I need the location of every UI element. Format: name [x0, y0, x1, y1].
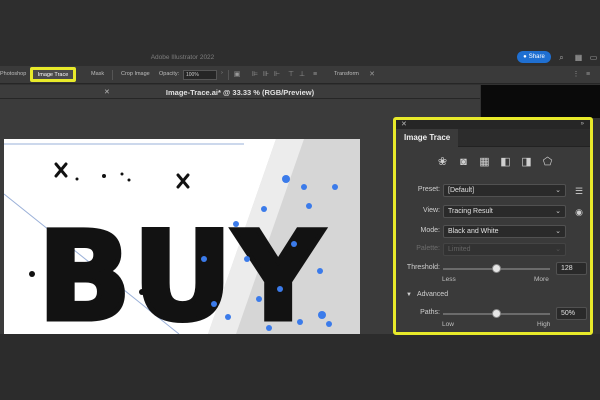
title-bar: Adobe Illustrator 2022 ● Share ⌕ ▦ ▭: [0, 0, 600, 66]
threshold-field[interactable]: 128: [556, 262, 587, 275]
collapse-icon[interactable]: »: [581, 120, 584, 129]
arrange-documents-icon[interactable]: ▦: [574, 53, 583, 62]
advanced-disclosure[interactable]: ▼ Advanced: [406, 291, 448, 298]
artboard[interactable]: BUY: [4, 139, 360, 334]
eye-icon[interactable]: ◉: [573, 206, 585, 218]
preset-value: [Default]: [448, 187, 475, 194]
align-middle-icon[interactable]: ⊥: [298, 71, 306, 79]
preset-list-icon[interactable]: ☰: [573, 185, 585, 197]
isolate-icon[interactable]: ✕: [368, 71, 376, 79]
chevron-down-icon: ⌄: [555, 228, 561, 235]
workspace-icon[interactable]: ▭: [589, 53, 598, 62]
threshold-slider-handle[interactable]: [492, 264, 501, 273]
outline-icon[interactable]: ⬠: [541, 156, 554, 169]
share-button[interactable]: ● Share: [517, 51, 551, 63]
align-top-icon[interactable]: ⊤: [287, 71, 295, 79]
opacity-label: Opacity:: [159, 71, 180, 77]
mask-button[interactable]: Mask: [91, 71, 104, 77]
palette-value: Limited: [448, 246, 471, 253]
auto-color-icon[interactable]: ❀: [436, 156, 449, 169]
preset-dropdown[interactable]: [Default] ⌄: [443, 184, 566, 197]
mode-label: Mode:: [420, 227, 440, 234]
paths-row: Paths: 50%: [396, 306, 590, 322]
view-row: View: Tracing Result ⌄ ◉: [396, 204, 590, 220]
advanced-label: Advanced: [416, 291, 449, 298]
mode-row: Mode: Black and White ⌄: [396, 224, 590, 240]
tab-image-trace[interactable]: Image Trace: [396, 129, 458, 147]
view-value: Tracing Result: [448, 208, 493, 215]
preset-label: Preset:: [417, 186, 440, 193]
align-left-icon[interactable]: ⊫: [251, 71, 259, 79]
view-dropdown[interactable]: Tracing Result ⌄: [443, 205, 566, 218]
preset-row: Preset: [Default] ⌄ ☰: [396, 183, 590, 199]
document-tab[interactable]: ✕ Image-Trace.ai* @ 33.33 % (RGB/Preview…: [0, 85, 480, 99]
close-icon[interactable]: ✕: [401, 120, 407, 129]
palette-dropdown: Limited ⌄: [443, 243, 566, 256]
threshold-label: Threshold:: [406, 264, 440, 271]
document-title: Image-Trace.ai* @ 33.33 % (RGB/Preview): [165, 88, 315, 97]
preset-icons-row: ❀ ◙ ▦ ◧ ◨ ⬠: [436, 156, 554, 170]
paths-slider-handle[interactable]: [492, 309, 501, 318]
empty-dock-area: [481, 85, 600, 118]
align-right-icon[interactable]: ⊩: [273, 71, 281, 79]
recolor-icon[interactable]: ▣: [233, 71, 241, 79]
high-color-icon[interactable]: ◙: [457, 156, 470, 169]
panel-tab-row: Image Trace: [396, 129, 590, 147]
crop-image-button[interactable]: Crop Image: [121, 71, 150, 77]
image-trace-panel: ✕ » Image Trace ❀ ◙ ▦ ◧ ◨ ⬠ Preset: [Def…: [393, 117, 593, 335]
status-area: [0, 334, 600, 400]
opacity-menu-icon[interactable]: ›: [221, 70, 223, 76]
chevron-down-icon: ⌄: [555, 246, 561, 253]
panel-options-icon[interactable]: ⋮: [572, 71, 580, 79]
search-icon[interactable]: ⌕: [557, 53, 566, 62]
grayscale-icon[interactable]: ◧: [499, 156, 512, 169]
share-label: Share: [528, 54, 545, 60]
mode-value: Black and White: [448, 228, 499, 235]
chevron-down-icon: ⌄: [555, 187, 561, 194]
black-and-white-icon[interactable]: ◨: [520, 156, 533, 169]
panel-header[interactable]: ✕ »: [396, 120, 590, 129]
mode-dropdown[interactable]: Black and White ⌄: [443, 225, 566, 238]
distribute-icon[interactable]: ≡: [311, 71, 319, 79]
divider: [112, 70, 113, 80]
transform-button[interactable]: Transform: [334, 71, 359, 77]
control-menu-icon[interactable]: ≡: [584, 71, 592, 79]
photoshop-effects-button[interactable]: Photoshop: [0, 71, 26, 77]
low-color-icon[interactable]: ▦: [478, 156, 491, 169]
illustrator-window: Adobe Illustrator 2022 ● Share ⌕ ▦ ▭ Pho…: [0, 0, 600, 400]
divider: [228, 70, 229, 80]
window-title: Adobe Illustrator 2022: [150, 54, 215, 61]
high-label: High: [537, 321, 551, 328]
chevron-down-icon: ⌄: [555, 208, 561, 215]
palette-label: Palette:: [416, 245, 440, 252]
traced-artwork: BUY: [4, 139, 360, 334]
triangle-down-icon: ▼: [406, 292, 412, 298]
more-label: More: [534, 276, 549, 283]
opacity-field[interactable]: 100%: [183, 70, 217, 80]
artwork-text: BUY: [38, 206, 324, 334]
paths-label: Paths:: [420, 309, 440, 316]
view-label: View:: [423, 207, 440, 214]
less-label: Less: [442, 276, 456, 283]
paths-field[interactable]: 50%: [556, 307, 587, 320]
palette-row: Palette: Limited ⌄: [396, 242, 590, 258]
align-center-icon[interactable]: ⊪: [262, 71, 270, 79]
threshold-row: Threshold: 128: [396, 261, 590, 277]
low-label: Low: [442, 321, 454, 328]
image-trace-button[interactable]: Image Trace: [30, 67, 76, 82]
person-icon: ●: [523, 54, 527, 60]
